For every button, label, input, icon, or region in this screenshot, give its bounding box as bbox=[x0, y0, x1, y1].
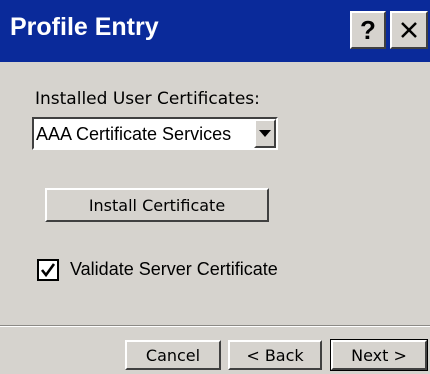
dialog-title: Profile Entry bbox=[10, 13, 159, 41]
profile-entry-dialog: Profile Entry ? Installed User Certifica… bbox=[0, 0, 430, 374]
title-bar: Profile Entry ? bbox=[0, 0, 430, 62]
validate-server-label[interactable]: Validate Server Certificate bbox=[70, 259, 278, 280]
checkmark-icon bbox=[40, 263, 56, 278]
chevron-down-icon bbox=[259, 129, 271, 137]
close-button[interactable] bbox=[390, 11, 428, 49]
certificate-select[interactable]: AAA Certificate Services bbox=[32, 117, 278, 150]
validate-server-checkbox[interactable] bbox=[37, 259, 59, 281]
help-icon: ? bbox=[360, 14, 376, 45]
cancel-button[interactable]: Cancel bbox=[125, 340, 221, 370]
footer-separator bbox=[0, 325, 430, 327]
back-button[interactable]: < Back bbox=[228, 340, 322, 370]
install-certificate-button[interactable]: Install Certificate bbox=[45, 188, 269, 222]
help-button[interactable]: ? bbox=[350, 11, 386, 49]
back-label: < Back bbox=[246, 345, 304, 365]
dropdown-button[interactable] bbox=[254, 119, 276, 148]
close-icon bbox=[401, 22, 417, 38]
install-certificate-label: Install Certificate bbox=[88, 195, 226, 215]
cancel-label: Cancel bbox=[145, 345, 201, 365]
certificates-label: Installed User Certificates: bbox=[35, 89, 260, 109]
certificate-select-value: AAA Certificate Services bbox=[36, 124, 232, 144]
next-button[interactable]: Next > bbox=[330, 339, 428, 371]
next-label: Next > bbox=[351, 345, 407, 365]
